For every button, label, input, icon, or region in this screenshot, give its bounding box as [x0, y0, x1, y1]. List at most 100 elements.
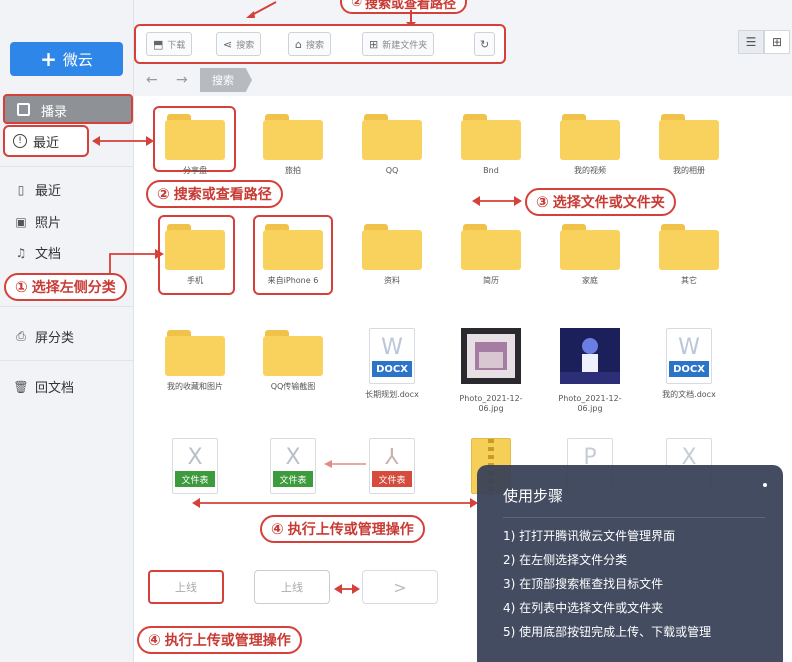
sidebar-item-label: 最近 — [35, 184, 62, 199]
callout-arrow — [109, 249, 164, 274]
folder-icon — [461, 114, 521, 160]
pdf-file-icon: ⅄ 文件表 — [369, 438, 415, 494]
callout-arrow — [246, 1, 277, 18]
photo-file-item[interactable]: Photo_2021-12-06.jpg — [555, 328, 625, 414]
toolbar-new-folder-button[interactable]: ⊞ 新建文件夹 — [362, 32, 435, 56]
upload-button-secondary[interactable]: 上线 — [254, 570, 330, 604]
trash-icon: 🗑 — [13, 379, 29, 394]
docx-file-item[interactable]: W DOCX 我的文档.docx — [654, 328, 724, 400]
sidebar-item-categories[interactable]: ⎙ 屏分类 — [14, 327, 74, 346]
sidebar-recent-label: 最近 — [33, 135, 60, 151]
upload-button[interactable]: 上线 — [148, 570, 224, 604]
sidebar-item-photos[interactable]: ▣ 照片 — [14, 212, 61, 232]
breadcrumb[interactable]: 搜索 — [200, 68, 252, 92]
toolbar-button-label: 新建文件夹 — [382, 40, 428, 51]
folder-icon — [263, 330, 323, 376]
close-dot-icon[interactable] — [763, 483, 767, 487]
folder-item[interactable]: Bnd — [456, 114, 526, 176]
xlsx-file-item[interactable]: X 文件表 — [160, 438, 230, 494]
folder-icon — [362, 114, 422, 160]
clock-icon: ▯ — [17, 182, 25, 197]
pdf-glyph-icon: ⅄ — [385, 445, 399, 470]
usage-steps-panel: 使用步骤 1) 打打开腾讯微云文件管理界面 2) 在左侧选择文件分类 3) 在顶… — [477, 465, 783, 662]
guide-divider — [503, 517, 765, 518]
next-page-button[interactable]: > — [362, 570, 438, 604]
word-file-icon: W DOCX — [666, 328, 712, 384]
item-label: 我的视频 — [574, 166, 606, 175]
folder-item[interactable]: QQ — [357, 114, 427, 176]
item-label: 长期规划.docx — [365, 390, 419, 399]
folder-item[interactable]: 旅拍 — [258, 114, 328, 176]
callout-text: 执行上传或管理操作 — [287, 522, 414, 538]
folder-item[interactable]: 我的视频 — [555, 114, 625, 176]
folder-item[interactable]: QQ传输截图 — [258, 330, 328, 392]
file-type-badge: 文件表 — [273, 471, 313, 487]
new-folder-icon: ⊞ — [369, 37, 379, 51]
sidebar-item-recent[interactable]: ▯ 最近 — [14, 180, 62, 200]
toolbar-upload-button[interactable]: ⬒ 下载 — [146, 32, 193, 56]
back-arrow-icon[interactable]: ← — [146, 72, 158, 88]
callout-number: ① — [15, 278, 28, 296]
toolbar-refresh-button[interactable]: ↻ — [474, 32, 496, 56]
file-letter: X — [285, 445, 301, 470]
folder-icon — [560, 114, 620, 160]
folder-item[interactable]: 资料 — [357, 224, 427, 286]
folder-icon — [461, 224, 521, 270]
pdf-file-item[interactable]: ⅄ 文件表 — [357, 438, 427, 494]
item-label: 其它 — [681, 276, 697, 285]
item-label: Bnd — [483, 166, 499, 175]
folder-item[interactable]: 分享盘 — [160, 114, 230, 176]
sidebar-divider — [0, 306, 134, 307]
item-label: 我的文档.docx — [662, 390, 716, 399]
sidebar: + 微云 播录 ! 最近 ▯ 最近 ▣ 照片 ♫ 文档 ⎙ 屏分类 🗑 回文档 — [0, 0, 134, 662]
xlsx-file-item[interactable]: X 文件表 — [258, 438, 328, 494]
callout-top-search-path: ② 搜索或查看路径 — [340, 0, 468, 14]
file-type-badge: 文件表 — [175, 471, 215, 487]
grid-view-button[interactable]: ⊞ — [764, 30, 790, 54]
file-letter: W — [381, 335, 403, 360]
callout-arrow — [334, 584, 360, 594]
toolbar-search-button[interactable]: ⌂ 搜索 — [288, 32, 331, 56]
sidebar-item-trash[interactable]: 🗑 回文档 — [13, 377, 74, 397]
photo-thumbnail — [461, 328, 521, 384]
folder-item[interactable]: 简历 — [456, 224, 526, 286]
callout-number: ② — [157, 185, 170, 203]
sidebar-item-recent-highlight[interactable]: ! 最近 — [3, 125, 89, 157]
folder-item[interactable]: 来自iPhone 6 — [258, 224, 328, 286]
photo-file-item[interactable]: Photo_2021-12-06.jpg — [456, 328, 526, 414]
folder-item[interactable]: 我的收藏和图片 — [160, 330, 230, 392]
file-letter: W — [678, 335, 700, 360]
callout-number: ③ — [536, 193, 549, 211]
item-label: 旅拍 — [285, 166, 301, 175]
callout-arrow — [472, 196, 522, 206]
callout-number: ④ — [271, 520, 284, 538]
guide-title: 使用步骤 — [503, 487, 564, 505]
folder-item[interactable]: 我的相册 — [654, 114, 724, 176]
callout-select-category: ① 选择左侧分类 — [4, 273, 127, 301]
sidebar-divider — [0, 360, 134, 361]
folder-item[interactable]: 手机 — [160, 224, 230, 286]
item-label: 来自iPhone 6 — [267, 276, 319, 285]
sidebar-item-documents[interactable]: ♫ 文档 — [14, 243, 61, 263]
plus-icon: + — [40, 47, 57, 71]
item-label: 分享盘 — [183, 166, 207, 175]
folder-item[interactable]: 家庭 — [555, 224, 625, 286]
home-icon: ⌂ — [295, 37, 302, 51]
forward-arrow-icon[interactable]: → — [176, 72, 188, 88]
item-label: 手机 — [187, 276, 203, 285]
folder-item[interactable]: 其它 — [654, 224, 724, 286]
folder-icon — [165, 114, 225, 160]
new-weiyun-button[interactable]: + 微云 — [10, 42, 123, 76]
sidebar-item-selected[interactable]: 播录 — [3, 94, 133, 124]
folder-list-icon — [17, 103, 30, 116]
callout-text: 搜索或查看路径 — [173, 187, 272, 203]
callout-upload-manage-bottom: ④ 执行上传或管理操作 — [137, 626, 302, 654]
guide-step: 1) 打打开腾讯微云文件管理界面 — [503, 529, 676, 543]
toolbar-share-button[interactable]: ⋖ 搜索 — [216, 32, 262, 56]
chevron-right-icon: > — [393, 577, 407, 597]
list-view-button[interactable]: ☰ — [738, 30, 764, 54]
callout-search-path: ② 搜索或查看路径 — [146, 180, 283, 208]
callout-number: ④ — [148, 631, 161, 649]
item-label: Photo_2021-12-06.jpg — [459, 394, 523, 413]
docx-file-item[interactable]: W DOCX 长期规划.docx — [357, 328, 427, 400]
